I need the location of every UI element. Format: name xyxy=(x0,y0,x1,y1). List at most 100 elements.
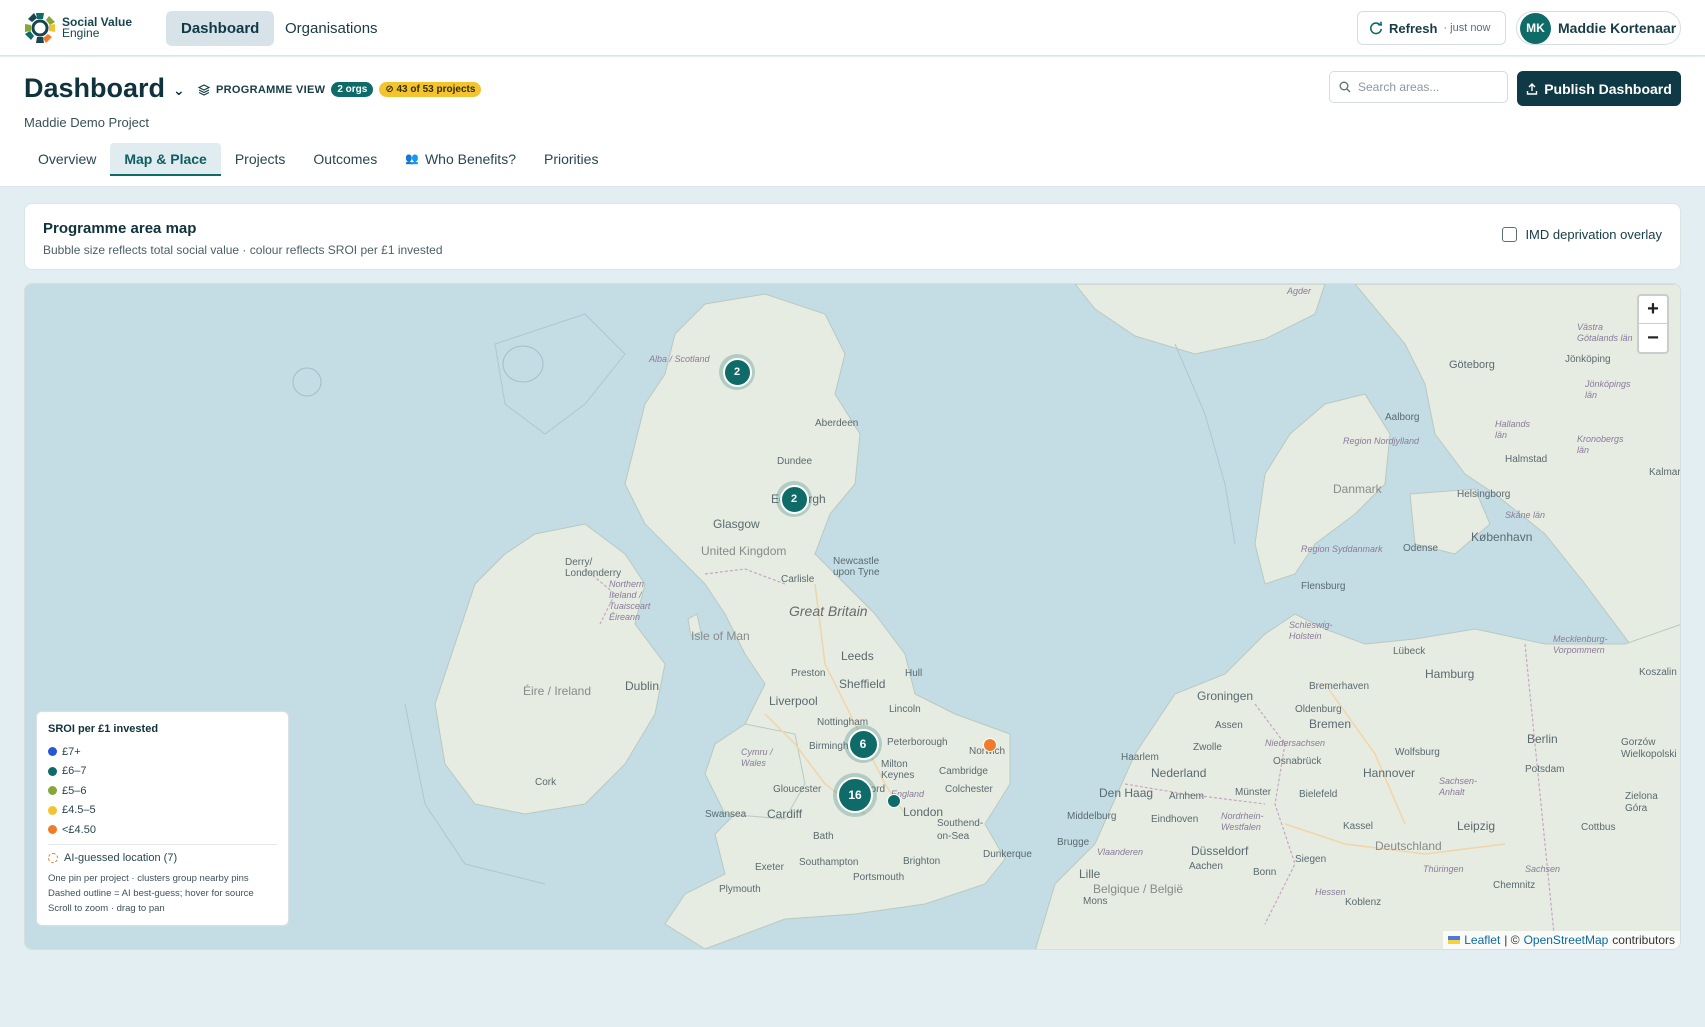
map-cluster-count: 2 xyxy=(722,357,752,387)
place-label: Düsseldorf xyxy=(1191,844,1249,858)
tab-projects[interactable]: Projects xyxy=(221,143,300,176)
place-label: Koszalin xyxy=(1639,667,1677,678)
projects-filter-badge[interactable]: ⊘ 43 of 53 projects xyxy=(379,82,482,97)
programme-map[interactable]: Alba / Scotland Aberdeen Dundee Edinburg… xyxy=(24,283,1681,950)
tab-bar: Overview Map & Place Projects Outcomes 👥… xyxy=(24,143,612,176)
place-label: Isle of Man xyxy=(691,629,750,643)
zoom-in-button[interactable]: + xyxy=(1639,296,1667,324)
chevron-down-icon: ⌄ xyxy=(173,82,185,98)
place-label: Bielefeld xyxy=(1299,789,1338,800)
user-menu-button[interactable]: MK Maddie Kortenaar xyxy=(1516,11,1681,45)
search-areas[interactable] xyxy=(1329,71,1508,103)
place-label: Kassel xyxy=(1343,821,1374,832)
place-label: Odense xyxy=(1403,543,1439,554)
app-logo[interactable]: Social Value Engine xyxy=(22,10,132,46)
map-cluster[interactable]: 2 xyxy=(719,354,755,390)
place-label: Vlaanderen xyxy=(1097,847,1144,857)
place-label: Groningen xyxy=(1197,689,1254,703)
search-input[interactable] xyxy=(1358,80,1498,94)
place-label: Den Haag xyxy=(1099,786,1154,800)
place-label: Skåne län xyxy=(1505,510,1546,520)
dashboard-selector[interactable]: Dashboard ⌄ xyxy=(24,73,185,104)
place-label: Potsdam xyxy=(1525,764,1565,775)
place-label: Halmstad xyxy=(1505,454,1548,465)
project-pin-norwich[interactable] xyxy=(983,738,997,752)
map-cluster[interactable]: 6 xyxy=(844,725,882,763)
legend-ai-guessed: AI-guessed location (7) xyxy=(48,849,277,867)
legend-label: £6–7 xyxy=(62,765,87,778)
legend-title: SROI per £1 invested xyxy=(48,723,159,735)
tab-priorities[interactable]: Priorities xyxy=(530,143,612,176)
tab-map-place[interactable]: Map & Place xyxy=(110,143,221,176)
legend-note: Scroll to zoom · drag to pan xyxy=(48,902,165,914)
place-label: Assen xyxy=(1215,720,1243,731)
map-cluster-count: 2 xyxy=(779,484,809,514)
place-label: Leeds xyxy=(841,649,874,663)
place-label: Cambridge xyxy=(939,766,988,777)
place-label: Kalmar xyxy=(1649,467,1681,478)
place-label: Sachsen-Anhalt xyxy=(1439,776,1478,797)
publish-dashboard-button[interactable]: Publish Dashboard xyxy=(1517,71,1681,106)
place-label: Cork xyxy=(535,777,557,788)
logo-gear-icon xyxy=(25,13,55,43)
place-label: Danmark xyxy=(1333,482,1382,496)
legend-note: One pin per project · clusters group nea… xyxy=(48,872,249,884)
map-cluster[interactable]: 2 xyxy=(776,481,812,517)
tab-who-benefits[interactable]: 👥 Who Benefits? xyxy=(391,143,530,176)
map-cluster-count: 6 xyxy=(847,728,879,760)
tab-overview[interactable]: Overview xyxy=(24,143,110,176)
nav-dashboard[interactable]: Dashboard xyxy=(166,11,275,46)
place-label: Portsmouth xyxy=(853,872,905,883)
place-label: Aalborg xyxy=(1385,412,1420,423)
legend-note: Dashed outline = AI best-guess; hover fo… xyxy=(48,887,254,899)
imd-overlay-toggle[interactable]: IMD deprivation overlay xyxy=(1502,227,1662,242)
refresh-label: Refresh xyxy=(1389,20,1438,36)
place-label: Agder xyxy=(1287,286,1312,296)
avatar: MK xyxy=(1520,12,1551,44)
place-label: Lübeck xyxy=(1393,646,1426,657)
project-pin-oxford[interactable] xyxy=(887,794,901,808)
orgs-badge: 2 orgs xyxy=(331,82,374,97)
place-label: Västra Götalands län xyxy=(1577,322,1633,343)
place-label: Jönköpings län xyxy=(1585,379,1631,400)
imd-overlay-checkbox[interactable] xyxy=(1502,227,1518,242)
map-card-title: Programme area map xyxy=(43,220,197,237)
place-label: Dunkerque xyxy=(983,849,1032,860)
place-label: Flensburg xyxy=(1301,581,1346,592)
user-name: Maddie Kortenaar xyxy=(1558,20,1677,36)
osm-link[interactable]: OpenStreetMap xyxy=(1524,933,1609,947)
place-label: Plymouth xyxy=(719,884,761,895)
refresh-button[interactable]: Refresh · just now xyxy=(1357,11,1506,45)
leaflet-link[interactable]: Leaflet xyxy=(1464,933,1500,947)
place-label: Dublin xyxy=(625,679,660,693)
legend-divider xyxy=(48,843,277,845)
place-label: Glasgow xyxy=(713,517,760,531)
programme-view-indicator: PROGRAMME VIEW 2 orgs ⊘ 43 of 53 project… xyxy=(198,82,482,97)
map-cluster[interactable]: 16 xyxy=(833,773,877,817)
place-label: Kronobergs län xyxy=(1577,434,1624,455)
place-label: Preston xyxy=(791,668,826,679)
tab-outcomes[interactable]: Outcomes xyxy=(299,143,391,176)
place-label: Lincoln xyxy=(889,704,921,715)
zoom-out-button[interactable]: − xyxy=(1639,324,1667,352)
legend-label: £7+ xyxy=(62,745,81,758)
place-label: Sachsen xyxy=(1525,864,1561,874)
imd-overlay-label: IMD deprivation overlay xyxy=(1525,227,1662,242)
place-label: Lille xyxy=(1079,867,1101,881)
place-label: Deutschland xyxy=(1375,839,1442,853)
nav-organisations[interactable]: Organisations xyxy=(270,11,393,46)
place-label: Mecklenburg-Vorpommern xyxy=(1553,634,1608,655)
legend-item: £5–6 xyxy=(48,781,277,801)
place-label: Mons xyxy=(1083,896,1108,907)
place-label: Newcastle upon Tyne xyxy=(833,556,880,578)
place-label: Koblenz xyxy=(1345,897,1382,908)
place-label: Cymru / Wales xyxy=(741,747,773,768)
place-label: Aberdeen xyxy=(815,418,859,429)
place-label: Great Britain xyxy=(789,603,868,619)
place-label: Colchester xyxy=(945,784,993,795)
legend-notes: One pin per project · clusters group nea… xyxy=(48,871,277,916)
legend-swatch xyxy=(48,825,57,835)
legend-swatch xyxy=(48,786,57,796)
place-label: Jönköping xyxy=(1565,354,1611,365)
ukraine-flag-icon xyxy=(1448,936,1461,944)
